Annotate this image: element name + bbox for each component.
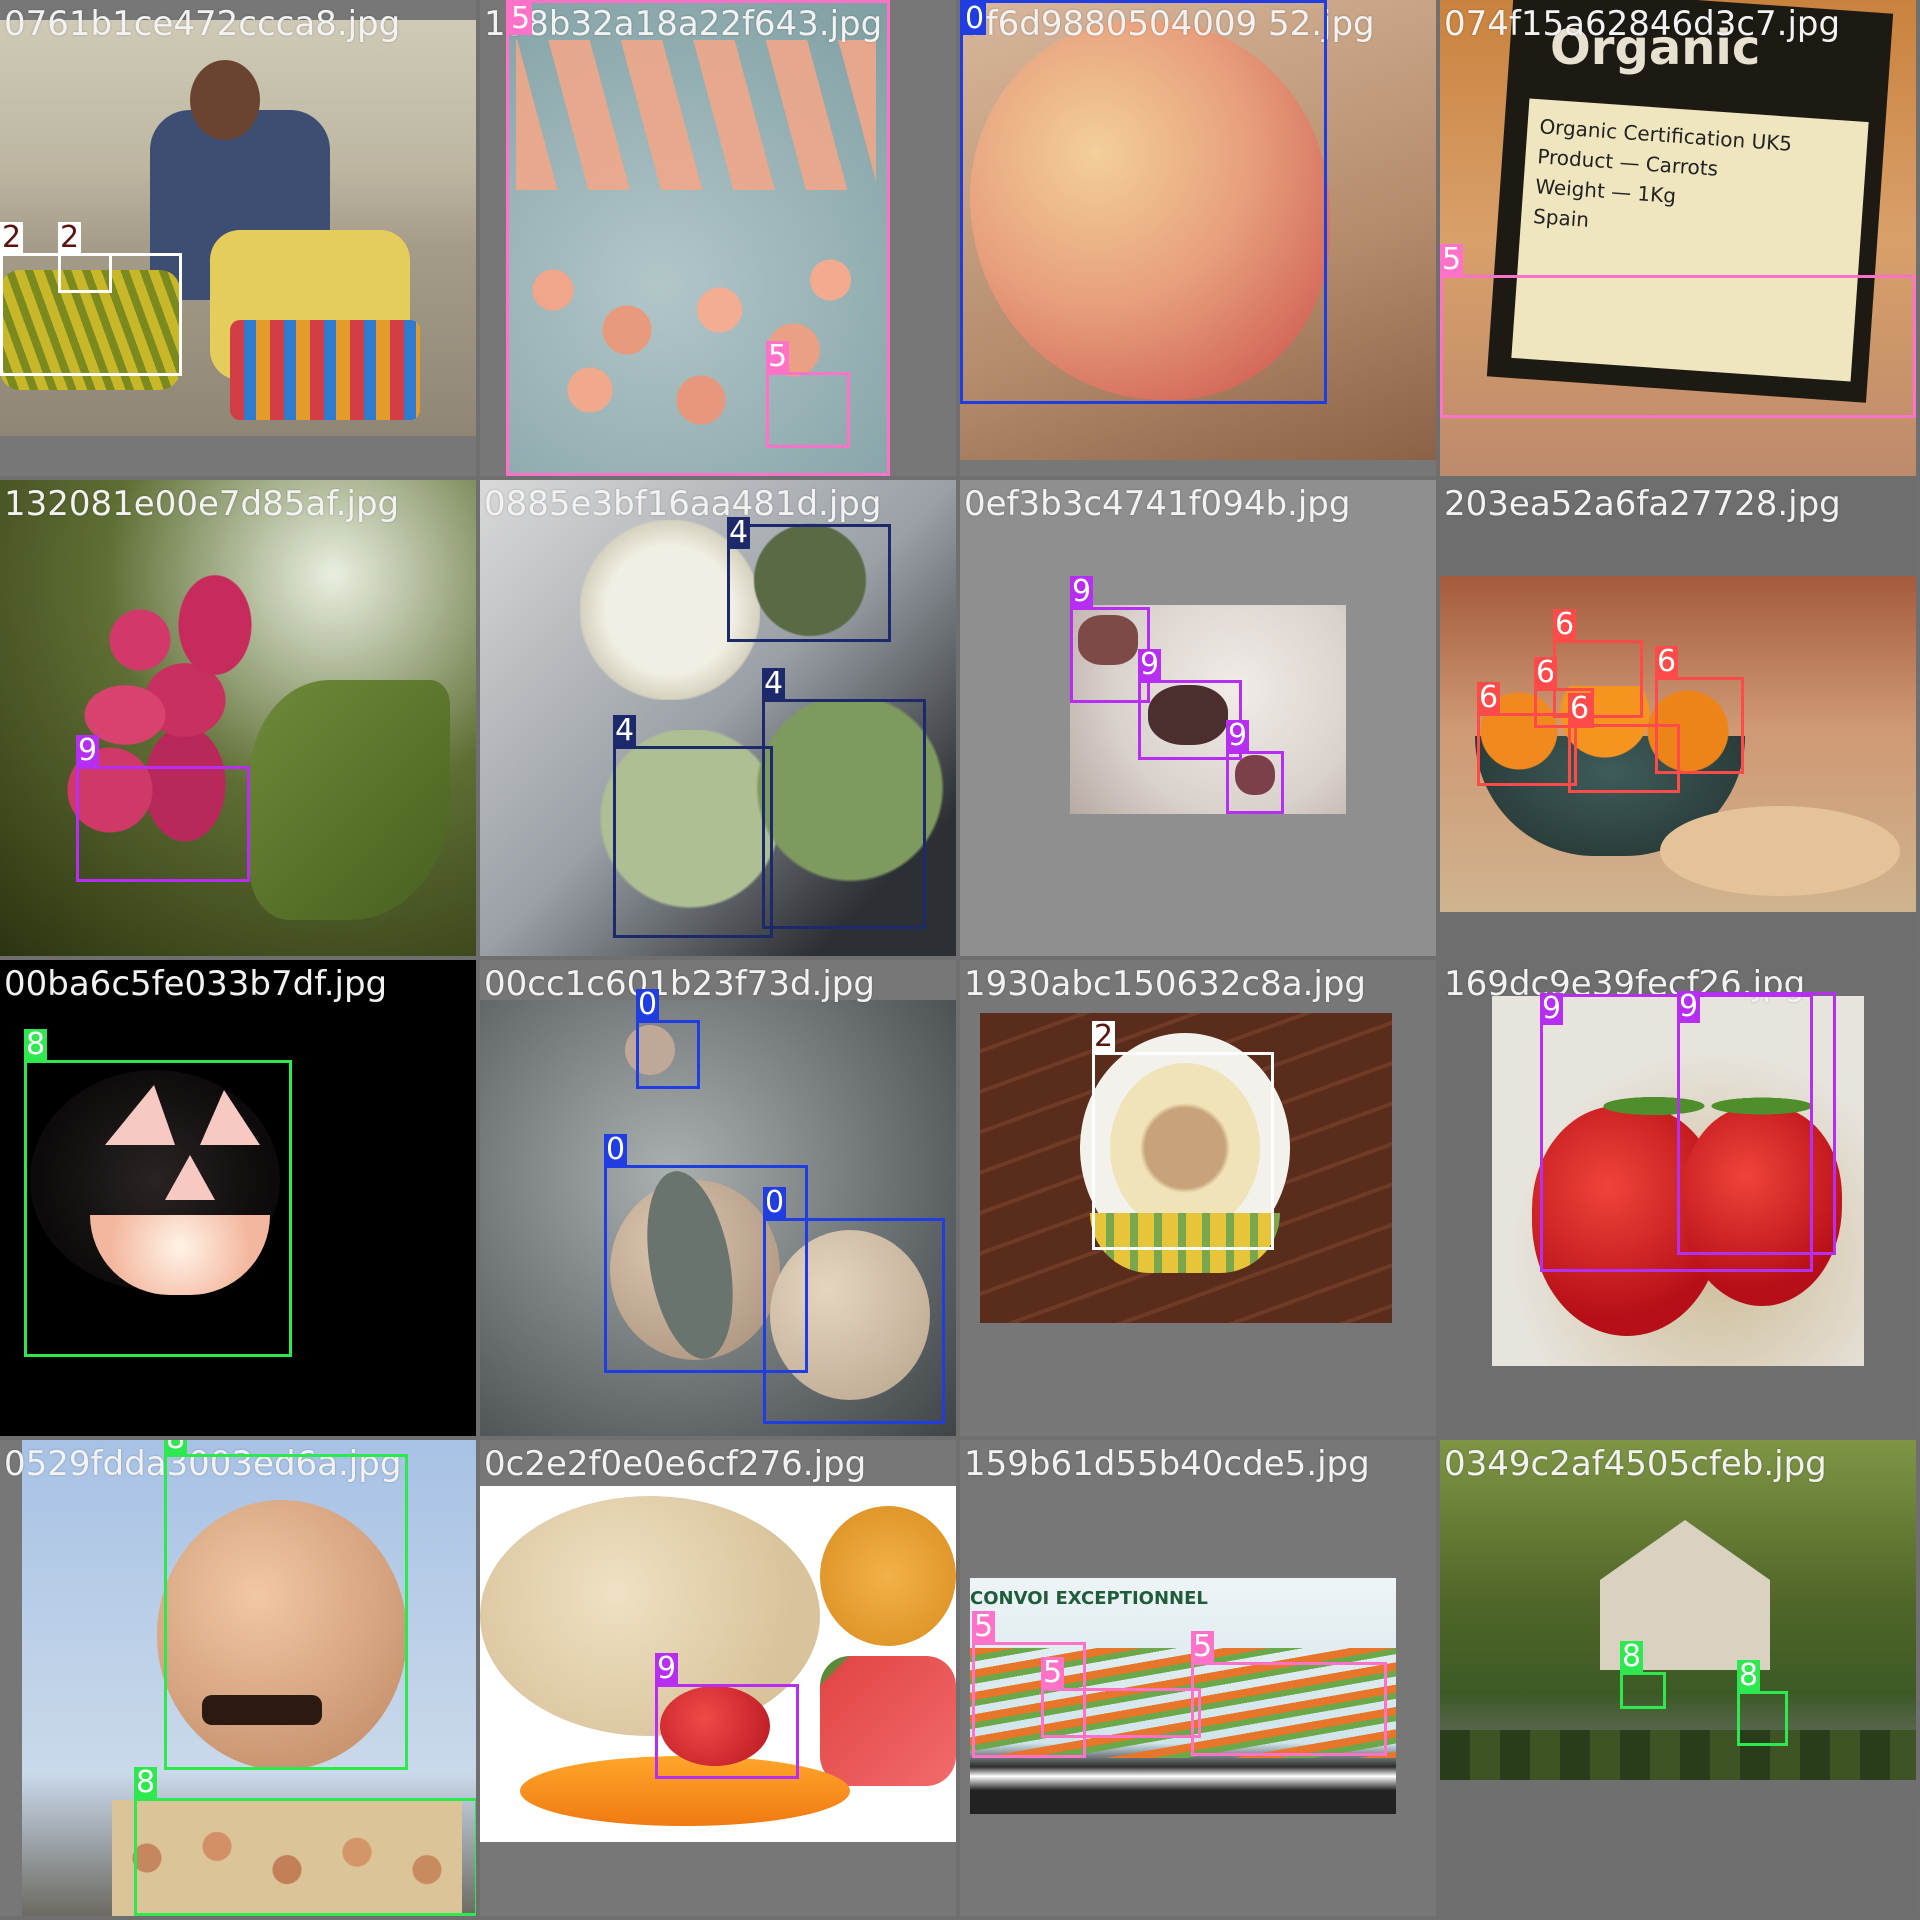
bbox-class-9[interactable]: 9 bbox=[655, 1653, 799, 1779]
class-label: 9 bbox=[1540, 991, 1564, 1026]
class-label: 9 bbox=[76, 733, 100, 768]
class-label: 0 bbox=[636, 987, 660, 1022]
filename-label: 0349c2af4505cfeb.jpg bbox=[1444, 1444, 1827, 1484]
class-label: 5 bbox=[766, 339, 790, 374]
class-label: 8 bbox=[134, 1765, 158, 1800]
class-label: 4 bbox=[613, 713, 637, 748]
tile-158b32a18a22f643[interactable]: 158b32a18a22f643.jpg 5 5 bbox=[480, 0, 956, 476]
class-label: 5 bbox=[509, 1, 533, 36]
class-label: 5 bbox=[972, 1609, 996, 1644]
class-label: 5 bbox=[1191, 1629, 1215, 1664]
bbox-class-8[interactable]: 8 bbox=[24, 1029, 292, 1357]
detection-grid: 0761b1ce472ccca8.jpg 2 2 158b32a18a22f64… bbox=[0, 0, 1920, 1920]
truck-text: CONVOI EXCEPTIONNEL bbox=[970, 1588, 1208, 1609]
bbox-class-6[interactable]: 6 bbox=[1553, 609, 1643, 718]
filename-label: 0c2e2f0e0e6cf276.jpg bbox=[484, 1444, 867, 1484]
class-label: 8 bbox=[24, 1027, 48, 1062]
bbox-class-9[interactable]: 9 bbox=[76, 735, 250, 882]
tile-0f6d9880504009[interactable]: 0f6d9880504009 52.jpg 0 bbox=[960, 0, 1436, 476]
class-label: 2 bbox=[1092, 1019, 1116, 1054]
bag-weight: 1Kg bbox=[1636, 181, 1677, 208]
bbox-class-0[interactable]: 0 bbox=[763, 1187, 945, 1424]
class-label: 8 bbox=[1620, 1639, 1644, 1674]
tile-074f15a62846d3c7[interactable]: Organic Certification UK5 Product — Carr… bbox=[1440, 0, 1916, 476]
bbox-class-5[interactable]: 5 bbox=[766, 341, 850, 448]
bbox-class-0[interactable]: 0 bbox=[960, 0, 1327, 404]
class-label: 9 bbox=[1070, 574, 1094, 609]
bbox-class-9[interactable]: 9 bbox=[1226, 720, 1284, 814]
class-label: 4 bbox=[727, 515, 751, 550]
class-label: 6 bbox=[1655, 644, 1679, 679]
class-label: 4 bbox=[762, 666, 786, 701]
tile-0ef3b3c4741f094b[interactable]: 0ef3b3c4741f094b.jpg 9 9 9 bbox=[960, 480, 1436, 956]
bbox-class-9[interactable]: 9 bbox=[1677, 989, 1836, 1255]
filename-label: 00cc1c601b23f73d.jpg bbox=[484, 964, 875, 1004]
bbox-class-2[interactable]: 2 bbox=[58, 222, 112, 293]
tile-00cc1c601b23f73d[interactable]: 00cc1c601b23f73d.jpg 0 0 0 bbox=[480, 960, 956, 1436]
bbox-class-8[interactable]: 8 bbox=[1620, 1641, 1666, 1709]
tile-1930abc150632c8a[interactable]: 1930abc150632c8a.jpg 2 bbox=[960, 960, 1436, 1436]
class-label: 9 bbox=[1677, 989, 1701, 1024]
class-label: 9 bbox=[1226, 718, 1250, 753]
class-label: 2 bbox=[58, 220, 82, 255]
bag-product: Carrots bbox=[1645, 151, 1719, 181]
bbox-class-4[interactable]: 4 bbox=[727, 517, 891, 642]
filename-label: 0885e3bf16aa481d.jpg bbox=[484, 484, 882, 524]
bbox-class-4[interactable]: 4 bbox=[762, 668, 926, 929]
class-label: 6 bbox=[1553, 607, 1577, 642]
bbox-class-5[interactable]: 5 bbox=[1440, 244, 1916, 418]
filename-label: 132081e00e7d85af.jpg bbox=[4, 484, 400, 524]
bbox-class-5[interactable]: 5 bbox=[1191, 1631, 1387, 1756]
class-label: 5 bbox=[1041, 1655, 1065, 1690]
tile-0529fdda3003ed6a[interactable]: 0529fdda3003ed6a.jpg 8 8 bbox=[0, 1440, 476, 1916]
bbox-class-8[interactable]: 8 bbox=[164, 1440, 408, 1770]
filename-label: 203ea52a6fa27728.jpg bbox=[1444, 484, 1841, 524]
photo bbox=[1440, 1440, 1916, 1802]
photo bbox=[0, 480, 476, 956]
class-label: 9 bbox=[1138, 647, 1162, 682]
bbox-class-0[interactable]: 0 bbox=[636, 989, 700, 1089]
bag-product-key: Product bbox=[1536, 144, 1615, 174]
bbox-class-6[interactable]: 6 bbox=[1568, 693, 1680, 793]
bag-weight-key: Weight bbox=[1534, 174, 1606, 203]
class-label: 0 bbox=[763, 1185, 787, 1220]
class-label: 6 bbox=[1568, 691, 1592, 726]
tile-0349c2af4505cfeb[interactable]: 0349c2af4505cfeb.jpg 8 8 bbox=[1440, 1440, 1916, 1916]
tile-0c2e2f0e0e6cf276[interactable]: 0c2e2f0e0e6cf276.jpg 9 bbox=[480, 1440, 956, 1916]
tile-169dc9e39fecf26[interactable]: 169dc9e39fecf26.jpg 9 9 bbox=[1440, 960, 1916, 1436]
class-label: 6 bbox=[1477, 680, 1501, 715]
tile-203ea52a6fa27728[interactable]: 203ea52a6fa27728.jpg 6 6 6 6 6 bbox=[1440, 480, 1916, 956]
tile-159b61d55b40cde5[interactable]: CONVOI EXCEPTIONNEL 159b61d55b40cde5.jpg… bbox=[960, 1440, 1436, 1916]
class-label: 5 bbox=[1440, 242, 1464, 277]
tile-132081e00e7d85af[interactable]: 132081e00e7d85af.jpg 9 bbox=[0, 480, 476, 956]
class-label: 8 bbox=[164, 1440, 188, 1455]
bbox-class-8[interactable]: 8 bbox=[134, 1767, 476, 1916]
tile-0885e3bf16aa481d[interactable]: 0885e3bf16aa481d.jpg 4 4 4 bbox=[480, 480, 956, 956]
class-label: 9 bbox=[655, 1651, 679, 1686]
tile-00ba6c5fe033b7df[interactable]: 00ba6c5fe033b7df.jpg 8 bbox=[0, 960, 476, 1436]
bbox-class-5[interactable]: 5 bbox=[1041, 1657, 1201, 1738]
filename-label: 0761b1ce472ccca8.jpg bbox=[4, 4, 401, 44]
bbox-class-8[interactable]: 8 bbox=[1737, 1660, 1788, 1746]
tile-0761b1ce472ccca8[interactable]: 0761b1ce472ccca8.jpg 2 2 bbox=[0, 0, 476, 476]
class-label: 2 bbox=[0, 220, 24, 255]
bbox-class-2[interactable]: 2 bbox=[1092, 1021, 1274, 1250]
filename-label: 074f15a62846d3c7.jpg bbox=[1444, 4, 1841, 44]
photo bbox=[480, 1486, 956, 1842]
class-label: 0 bbox=[963, 1, 987, 36]
bbox-class-4[interactable]: 4 bbox=[613, 715, 773, 938]
class-label: 8 bbox=[1737, 1658, 1761, 1693]
filename-label: 1930abc150632c8a.jpg bbox=[964, 964, 1367, 1004]
class-label: 0 bbox=[604, 1132, 628, 1167]
filename-label: 00ba6c5fe033b7df.jpg bbox=[4, 964, 388, 1004]
filename-label: 159b61d55b40cde5.jpg bbox=[964, 1444, 1370, 1484]
filename-label: 0ef3b3c4741f094b.jpg bbox=[964, 484, 1351, 524]
